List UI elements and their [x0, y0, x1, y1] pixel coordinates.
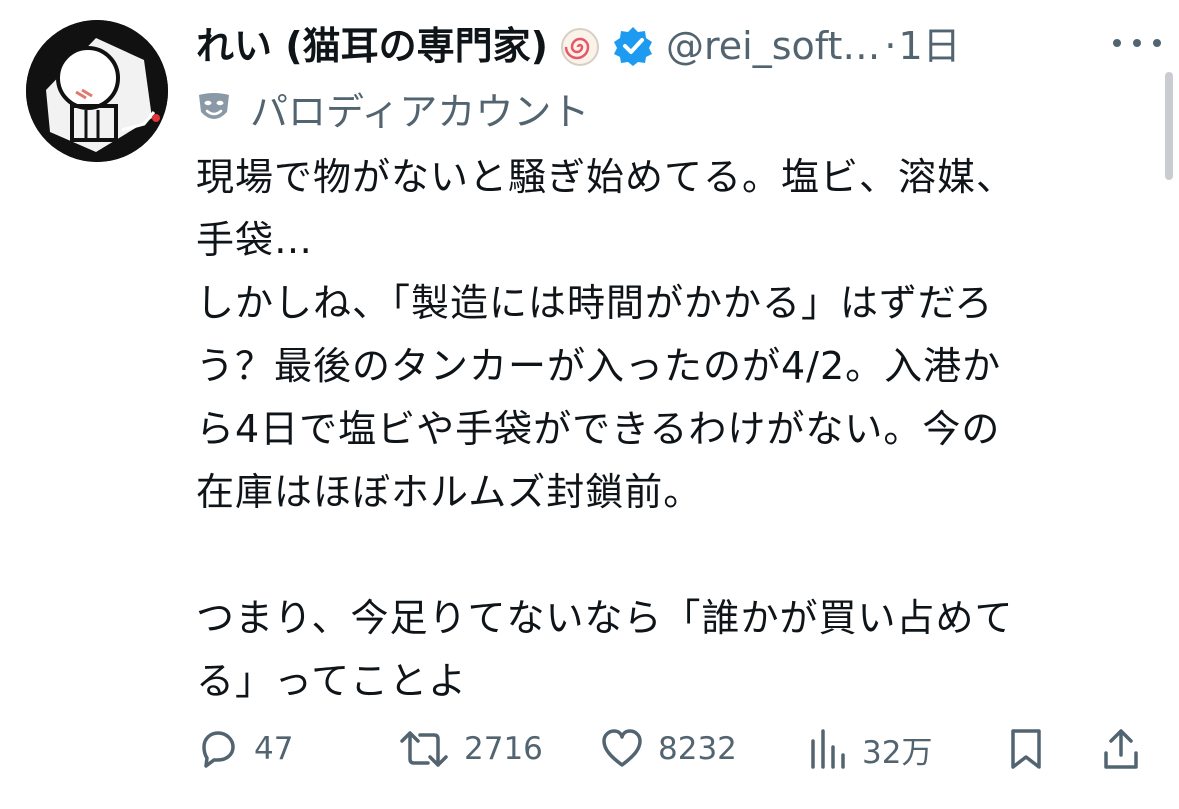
reply-button[interactable]: 47 [196, 720, 293, 778]
verified-badge-icon [612, 25, 654, 67]
display-name[interactable]: れい (猫耳の専門家) [196, 18, 548, 74]
retweet-button[interactable]: 2716 [398, 720, 543, 778]
separator-dot: · [884, 24, 897, 68]
share-button[interactable] [1102, 720, 1154, 778]
reply-icon [202, 731, 235, 768]
naruto-emoji-icon [560, 26, 600, 66]
heart-icon [602, 729, 642, 767]
bookmark-button[interactable] [1008, 720, 1058, 778]
cat-avatar-image [26, 20, 168, 162]
timestamp[interactable]: 1日 [898, 18, 960, 74]
views-button[interactable]: 32万 [808, 720, 932, 778]
avatar[interactable] [26, 20, 168, 162]
tweet-text: 現場で物がないと騒ぎ始めてる。塩ビ、溶媒、 手袋… しかしね、「製造には時間がか… [196, 155, 1016, 703]
reply-count: 47 [254, 731, 294, 767]
like-count: 8232 [658, 731, 737, 767]
share-icon [1104, 729, 1138, 769]
views-count: 32万 [862, 734, 933, 771]
views-chart-icon [811, 729, 845, 769]
action-bar: 47 2716 8232 32万 [196, 720, 1146, 778]
parody-label-row: パロディアカウント [196, 80, 589, 136]
parody-label: パロディアカウント [250, 89, 590, 134]
bookmark-icon [1011, 729, 1041, 769]
retweet-icon [400, 731, 448, 767]
retweet-count: 2716 [464, 731, 543, 767]
like-button[interactable]: 8232 [600, 720, 737, 778]
theater-masks-icon [199, 93, 229, 119]
more-icon[interactable] [1113, 28, 1161, 58]
tweet-header: れい (猫耳の専門家) @rei_soft… · 1日 [196, 18, 961, 74]
handle[interactable]: @rei_soft… [666, 18, 880, 74]
scrollbar[interactable] [1165, 72, 1173, 180]
